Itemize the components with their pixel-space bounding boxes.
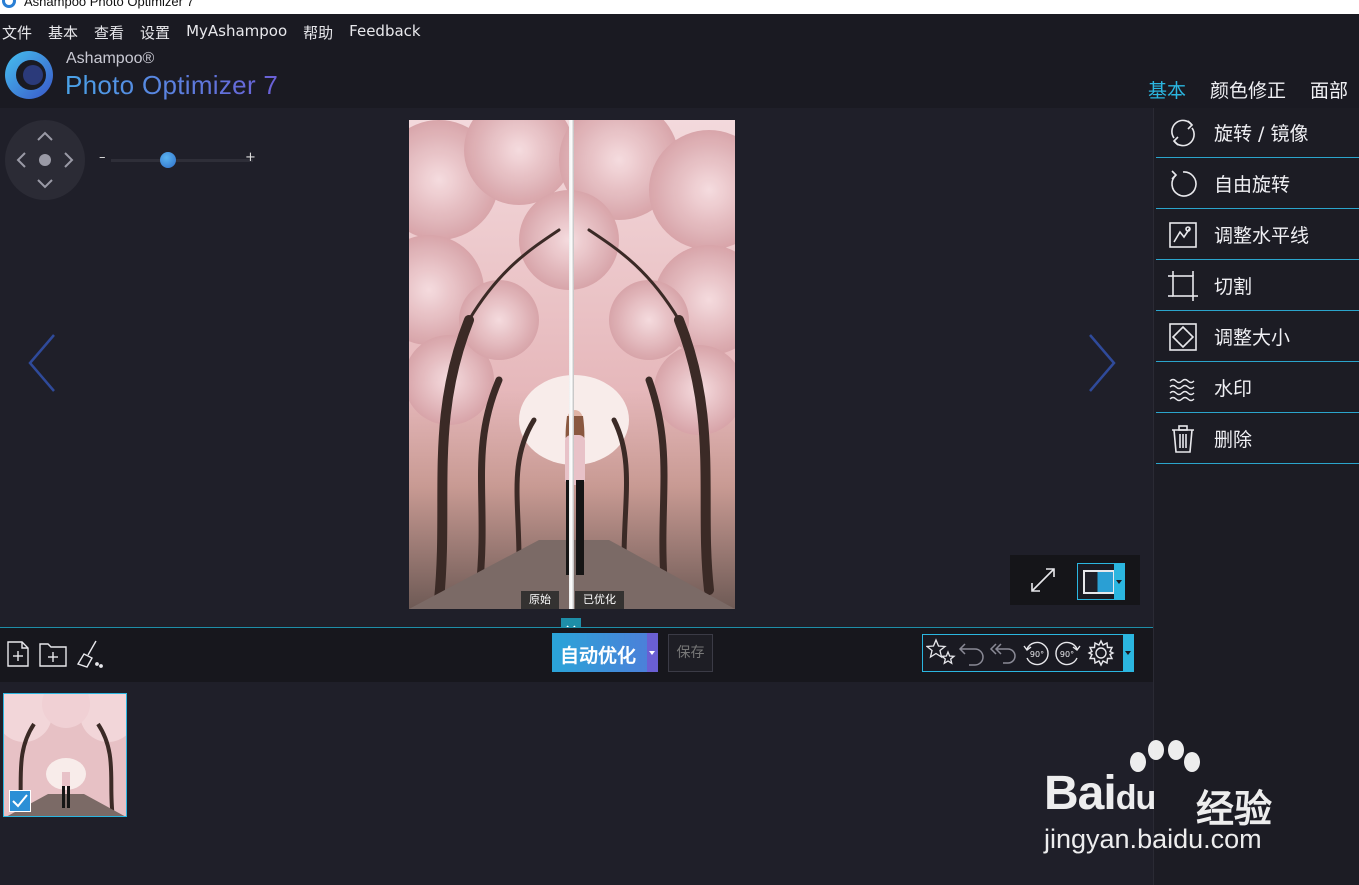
rotate-left-label: 90° [1030,650,1044,659]
window-title: Ashampoo Photo Optimizer 7 [24,0,194,9]
tool-resize[interactable]: 调整大小 [1156,312,1359,362]
edit-tools: 90° 90° [922,634,1134,672]
free-rotate-icon [1171,169,1197,197]
crop-icon [1168,270,1198,301]
tool-label: 水印 [1214,378,1253,400]
compare-mode-dropdown[interactable] [1114,564,1124,599]
save-button[interactable]: 保存 [668,634,713,672]
tab-bar: 基本 颜色修正 面部 [1148,74,1359,111]
rotate-left-icon[interactable]: 90° [1021,638,1051,668]
zoom-out-label: – [99,150,106,165]
view-tools [1010,555,1140,605]
optimized-label: 已优化 [575,591,624,609]
compare-split-line[interactable] [569,120,574,609]
zoom-slider[interactable]: – + [97,150,259,170]
thumbnail-checkbox[interactable] [9,790,31,812]
undo-icon[interactable] [957,638,987,668]
title-bar: Ashampoo Photo Optimizer 7 [0,0,1359,14]
menu-bar: 文件 基本 查看 设置 MyAshampoo 帮助 Feedback [0,22,437,43]
bottom-toolbar: 自动优化 保存 90° 90° [0,627,1153,682]
original-label: 原始 [521,591,559,609]
tool-label: 调整大小 [1214,327,1291,349]
tool-label: 切割 [1214,276,1253,298]
compare-mode-button[interactable] [1077,563,1125,600]
check-icon [12,794,28,808]
tool-panel: 旋转 / 镜像 自由旋转 调整水平线 切割 调整大小 水印 删除 [1153,108,1359,885]
photo-preview[interactable]: 原始 已优化 [409,120,735,609]
previous-image-arrow-icon[interactable] [24,331,60,395]
gear-icon[interactable] [1086,638,1116,668]
auto-optimize-dropdown[interactable] [647,633,658,672]
trash-icon [1172,424,1194,453]
tab-basic[interactable]: 基本 [1148,74,1187,111]
add-folder-icon[interactable] [38,638,68,670]
menu-feedback[interactable]: Feedback [349,22,420,43]
rotate-right-icon[interactable]: 90° [1053,638,1083,668]
tool-free-rotate[interactable]: 自由旋转 [1156,159,1359,209]
tool-delete[interactable]: 删除 [1156,414,1359,464]
resize-icon [1169,322,1197,351]
menu-myashampoo[interactable]: MyAshampoo [186,22,287,43]
brand-company: Ashampoo® [66,50,155,67]
menu-view[interactable]: 查看 [94,22,124,43]
tab-color-correction[interactable]: 颜色修正 [1210,74,1286,111]
rotate-mirror-icon [1171,119,1195,146]
tool-label: 自由旋转 [1214,174,1291,196]
watermark-icon [1169,378,1195,401]
menu-basic[interactable]: 基本 [48,22,78,43]
tool-rotate-mirror[interactable]: 旋转 / 镜像 [1156,108,1359,158]
edit-tools-dropdown[interactable] [1123,635,1133,671]
menu-file[interactable]: 文件 [2,22,32,43]
zoom-track[interactable] [111,159,253,162]
pan-navigator[interactable] [5,120,85,200]
menu-settings[interactable]: 设置 [140,22,170,43]
header: 文件 基本 查看 设置 MyAshampoo 帮助 Feedback Asham… [0,14,1359,111]
brand-product: Photo Optimizer 7 [65,70,279,100]
auto-optimize-label: 自动优化 [560,645,637,667]
zoom-in-label: + [245,150,256,165]
ashampoo-logo-icon [5,51,53,99]
tool-watermark[interactable]: 水印 [1156,363,1359,413]
fullscreen-icon[interactable] [1026,563,1060,597]
auto-optimize-button[interactable]: 自动优化 [552,633,658,672]
pan-arrows-icon [16,131,74,189]
tool-label: 旋转 / 镜像 [1214,123,1309,145]
tool-crop[interactable]: 切割 [1156,261,1359,311]
tab-face[interactable]: 面部 [1310,74,1348,111]
tool-label: 删除 [1214,429,1253,451]
magic-stars-icon[interactable] [926,638,956,668]
tool-label: 调整水平线 [1214,225,1310,247]
image-viewer: – + 原始 已优化 [0,108,1153,632]
zoom-knob[interactable] [159,152,176,168]
rotate-right-label: 90° [1060,650,1074,659]
clear-broom-icon[interactable] [74,638,104,670]
filmstrip [0,682,1153,885]
thumbnail[interactable] [3,693,127,817]
tool-horizon[interactable]: 调整水平线 [1156,210,1359,260]
next-image-arrow-icon[interactable] [1084,331,1120,395]
collapse-toggle[interactable] [561,618,581,632]
menu-help[interactable]: 帮助 [303,22,333,43]
split-view-icon [1083,570,1115,594]
add-file-icon[interactable] [4,638,34,670]
app-icon [2,0,16,8]
undo-all-icon[interactable] [988,638,1018,668]
horizon-icon [1169,221,1197,248]
